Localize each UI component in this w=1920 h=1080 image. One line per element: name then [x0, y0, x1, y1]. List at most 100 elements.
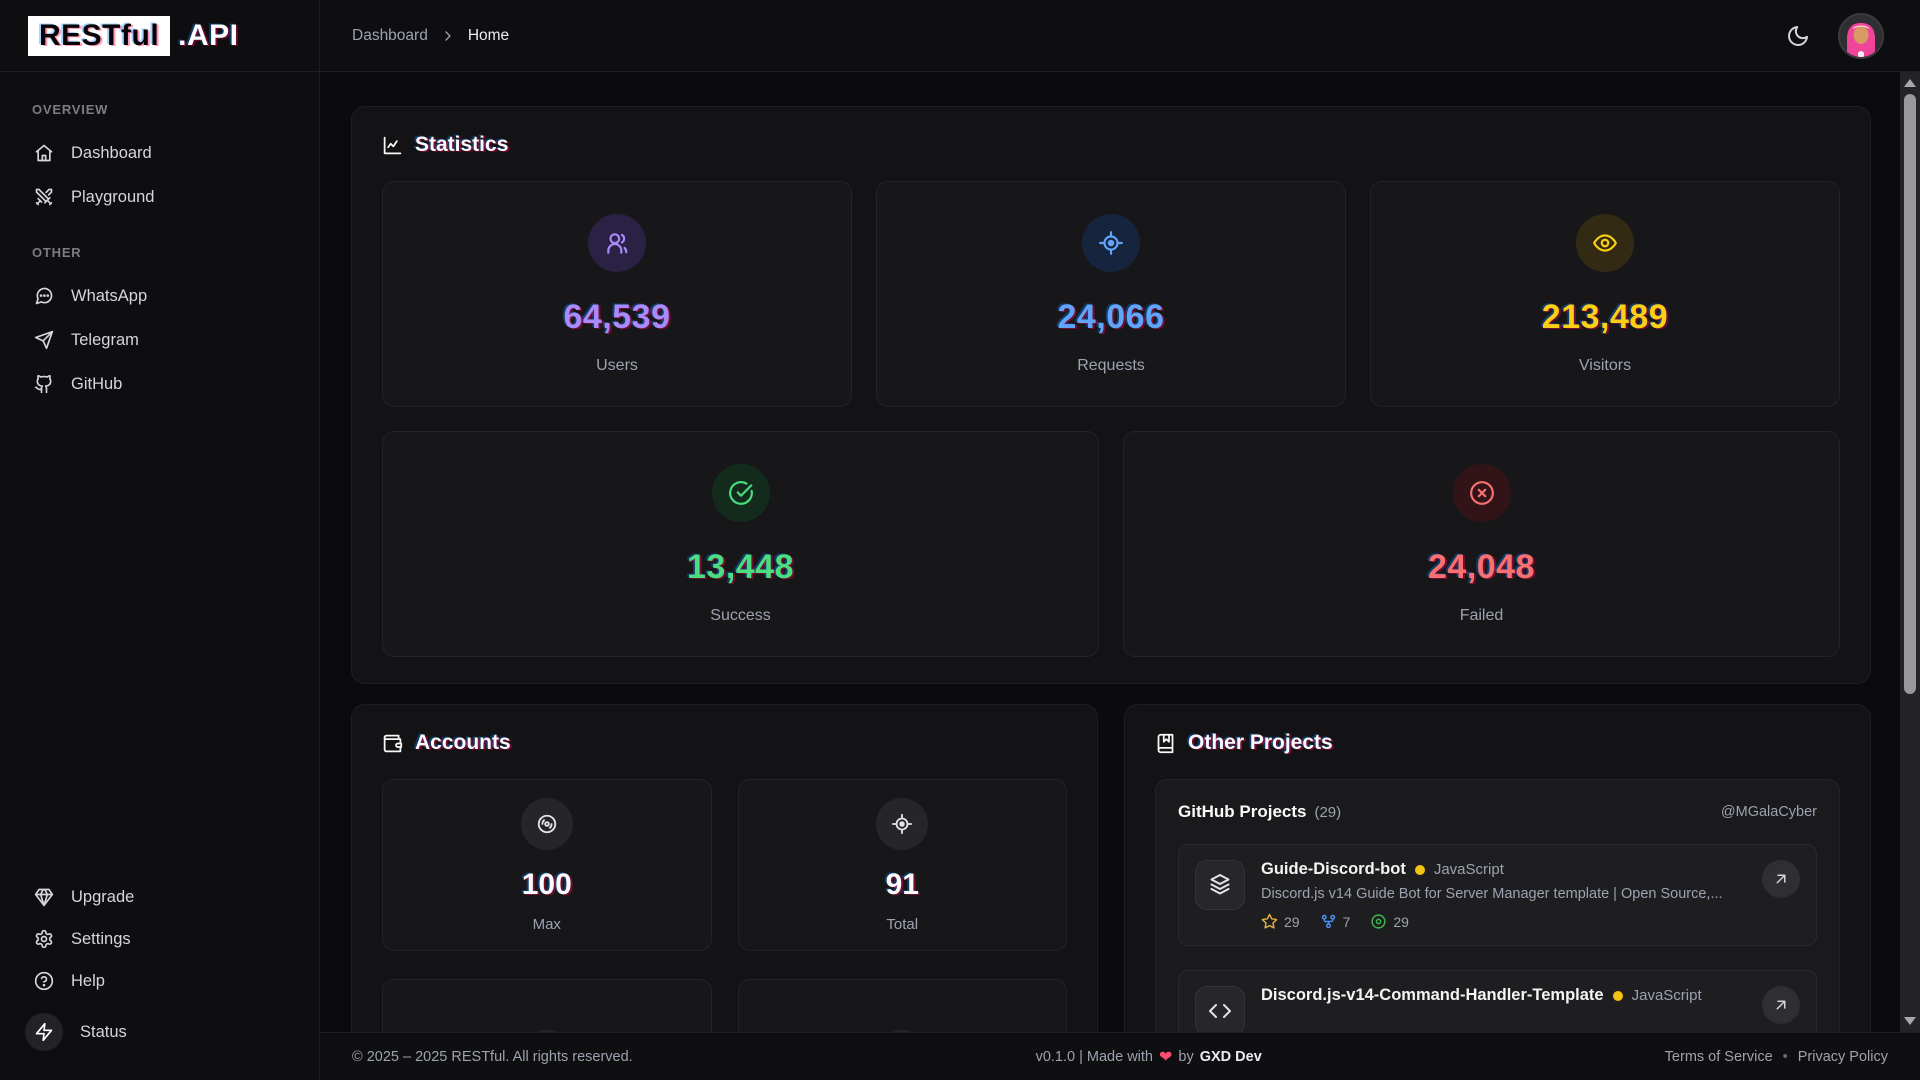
sidebar-item-dashboard[interactable]: Dashboard [28, 131, 295, 175]
chevron-right-icon [440, 28, 456, 44]
language-dot-icon [1415, 865, 1425, 875]
other-projects-card: Other Projects GitHub Projects (29) @MGa… [1124, 704, 1871, 1032]
sidebar-item-upgrade[interactable]: Upgrade [28, 876, 295, 918]
locate-icon [876, 798, 928, 850]
git-fork-icon [1320, 913, 1337, 930]
user-avatar[interactable] [1838, 13, 1884, 59]
stat-label: Failed [1460, 607, 1504, 625]
stat-value: 24,048 [1428, 548, 1535, 587]
sidebar-item-settings[interactable]: Settings [28, 918, 295, 960]
help-circle-icon [34, 971, 54, 991]
sidebar-item-label: Settings [71, 930, 131, 949]
topbar: Dashboard Home [320, 0, 1920, 72]
swords-icon [34, 187, 54, 207]
stat-value: 64,539 [564, 298, 671, 337]
sidebar-item-telegram[interactable]: Telegram [28, 318, 295, 362]
wallet-icon [382, 733, 403, 754]
account-card-partial [382, 979, 712, 1032]
sidebar-item-whatsapp[interactable]: WhatsApp [28, 274, 295, 318]
footer-copyright: © 2025 – 2025 RESTful. All rights reserv… [352, 1049, 633, 1065]
scrollbar-down-arrow[interactable] [1904, 1017, 1916, 1025]
account-label: Max [533, 916, 561, 933]
chart-line-icon [382, 135, 403, 156]
stat-card-requests: 24,066 Requests [876, 181, 1346, 407]
breadcrumb-root[interactable]: Dashboard [352, 27, 428, 45]
stat-label: Users [596, 357, 638, 375]
gem-icon [34, 887, 54, 907]
footer: © 2025 – 2025 RESTful. All rights reserv… [320, 1032, 1920, 1080]
sidebar-item-help[interactable]: Help [28, 960, 295, 1002]
users-icon [588, 214, 646, 272]
footer-links: Terms of Service • Privacy Policy [1665, 1049, 1888, 1065]
accounts-grid-overflow [382, 979, 1067, 1032]
sidebar-item-label: Status [80, 1023, 127, 1042]
moon-icon [1786, 24, 1810, 48]
project-name[interactable]: Guide-Discord-bot [1261, 860, 1406, 879]
project-language: JavaScript [1632, 987, 1702, 1004]
terms-of-service-link[interactable]: Terms of Service [1665, 1049, 1773, 1065]
forks-count: 7 [1343, 914, 1351, 930]
accounts-header: Accounts [382, 731, 1067, 755]
stat-label: Visitors [1579, 357, 1631, 375]
watchers-stat: 29 [1370, 913, 1409, 930]
sidebar-item-label: GitHub [71, 375, 122, 394]
project-item[interactable]: Guide-Discord-bot JavaScript Discord.js … [1178, 844, 1817, 946]
sidebar: RESTful .API OVERVIEW Dashboard Playgrou… [0, 0, 320, 1080]
open-project-button[interactable] [1762, 986, 1800, 1024]
breadcrumb-current: Home [468, 27, 509, 45]
gear-icon [34, 929, 54, 949]
nav-section-label: OVERVIEW [32, 102, 295, 117]
project-body: Discord.js-v14-Command-Handler-Template … [1261, 986, 1746, 1032]
sidebar-item-label: Playground [71, 188, 154, 207]
stars-count: 29 [1284, 914, 1300, 930]
project-body: Guide-Discord-bot JavaScript Discord.js … [1261, 860, 1746, 930]
stars-stat: 29 [1261, 913, 1300, 930]
project-description: Discord.js v14 Guide Bot for Server Mana… [1261, 886, 1746, 902]
statistics-bottom-row: 13,448 Success 24,048 Failed [382, 431, 1840, 657]
stat-card-visitors: 213,489 Visitors [1370, 181, 1840, 407]
sidebar-item-label: Help [71, 972, 105, 991]
statistics-top-row: 64,539 Users 24,066 Requests 213,489 Vis… [382, 181, 1840, 407]
nav-section-overview: OVERVIEW Dashboard Playground [28, 102, 295, 219]
language-dot-icon [1613, 991, 1623, 1001]
open-project-button[interactable] [1762, 860, 1800, 898]
other-projects-title: Other Projects [1188, 731, 1333, 755]
disc-icon [521, 798, 573, 850]
code-icon [1195, 986, 1245, 1032]
stat-value: 13,448 [687, 548, 794, 587]
github-projects-heading: GitHub Projects [1178, 802, 1306, 822]
forks-stat: 7 [1320, 913, 1351, 930]
app-logo[interactable]: RESTful .API [0, 0, 319, 72]
accounts-grid: 100 Max 91 Total [382, 779, 1067, 951]
sidebar-item-playground[interactable]: Playground [28, 175, 295, 219]
stat-label: Requests [1077, 357, 1145, 375]
project-name[interactable]: Discord.js-v14-Command-Handler-Template [1261, 986, 1604, 1005]
theme-toggle-button[interactable] [1782, 20, 1814, 52]
github-projects-count: (29) [1314, 804, 1341, 821]
x-circle-icon [1453, 464, 1511, 522]
arrow-up-right-icon [1772, 870, 1790, 888]
scrollbar-thumb[interactable] [1904, 94, 1916, 694]
vertical-scrollbar[interactable] [1900, 72, 1920, 1032]
breadcrumb: Dashboard Home [352, 27, 509, 45]
github-projects-panel: GitHub Projects (29) @MGalaCyber Guide-D… [1155, 779, 1840, 1032]
footer-author-link[interactable]: GXD Dev [1200, 1049, 1262, 1065]
accounts-title: Accounts [415, 731, 511, 755]
check-circle-icon [712, 464, 770, 522]
scrollbar-up-arrow[interactable] [1904, 79, 1916, 87]
privacy-policy-link[interactable]: Privacy Policy [1798, 1049, 1888, 1065]
github-handle[interactable]: @MGalaCyber [1721, 804, 1817, 820]
account-label: Total [886, 916, 918, 933]
footer-version: v0.1.0 | Made with ❤ by GXD Dev [1036, 1047, 1262, 1067]
topbar-actions [1782, 13, 1884, 59]
zap-icon [25, 1013, 63, 1051]
sidebar-item-label: WhatsApp [71, 287, 147, 306]
stat-value: 24,066 [1058, 298, 1165, 337]
project-item[interactable]: Discord.js-v14-Command-Handler-Template … [1178, 970, 1817, 1032]
sidebar-item-github[interactable]: GitHub [28, 362, 295, 406]
sidebar-item-status[interactable]: Status [28, 1002, 295, 1062]
logo-primary: RESTful [28, 16, 170, 56]
star-icon [1261, 913, 1278, 930]
account-card-partial [738, 979, 1068, 1032]
stat-card-users: 64,539 Users [382, 181, 852, 407]
